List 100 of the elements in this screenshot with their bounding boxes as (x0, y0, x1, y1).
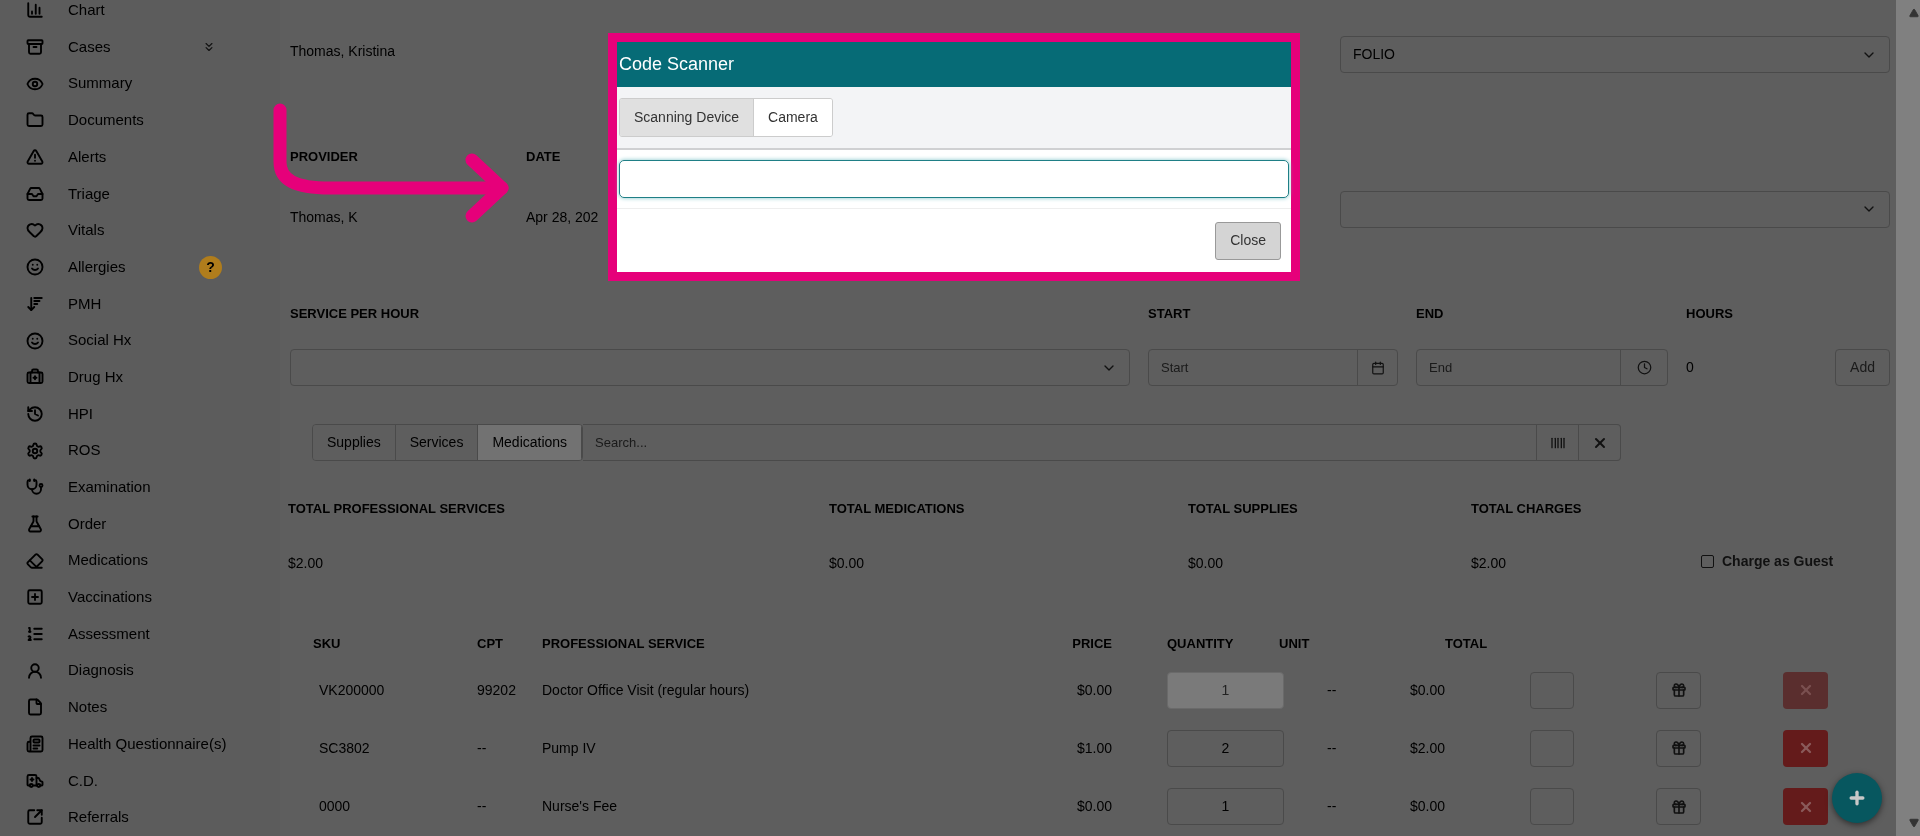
sidebar-item[interactable]: C.D. (0, 762, 280, 800)
gift-icon (1670, 740, 1687, 757)
sidebar-item[interactable]: Referrals (0, 799, 280, 836)
column-header: TOTAL (1444, 634, 1489, 653)
add-button[interactable]: Add (1835, 349, 1890, 386)
sidebar-item[interactable]: ROS (0, 432, 280, 469)
sidebar-item[interactable]: Notes (0, 689, 280, 726)
created-by-value: Thomas, Kristina (290, 43, 396, 59)
table-cell-text: $0.00 (1075, 680, 1112, 700)
quantity-field[interactable]: 1 (1167, 788, 1284, 826)
form-icon (26, 735, 44, 754)
delete-button[interactable] (1783, 730, 1828, 767)
search-field[interactable]: Search... (583, 424, 1538, 461)
column-header: PRICE (1071, 634, 1112, 653)
provider-value: Thomas, K (290, 207, 359, 227)
smiley-face-icon (26, 331, 44, 350)
scanner-tab[interactable]: Scanning Device (620, 99, 754, 136)
total-label: TOTAL PROFESSIONAL SERVICES (288, 500, 506, 518)
table-cell-text: $0.00 (1410, 797, 1447, 817)
table-cell-text: -- (477, 739, 488, 758)
table-cell-text: Pump IV (542, 739, 597, 758)
provider-label: PROVIDER (290, 148, 359, 166)
start-label: START (1148, 304, 1192, 323)
sidebar-item[interactable]: Vaccinations (0, 579, 280, 616)
table-cell-text: 0000 (318, 797, 352, 817)
sidebar-item[interactable]: Chart (0, 0, 280, 29)
gift-icon (1670, 682, 1687, 699)
gift-button[interactable] (1656, 671, 1701, 709)
plus-square-icon (26, 588, 44, 607)
date-label: DATE (526, 148, 562, 166)
sidebar-item[interactable]: Diagnosis (0, 652, 280, 690)
hours-label: HOURS (1686, 304, 1734, 323)
table-cell-text: VK200000 (318, 680, 386, 700)
table-cell-text: $2.00 (1410, 739, 1447, 758)
numbered-list-icon (26, 625, 44, 644)
scanner-tab[interactable]: Camera (753, 99, 832, 136)
gift-button[interactable] (1656, 730, 1701, 767)
sidebar-item[interactable]: Order (0, 505, 280, 543)
document-icon (26, 698, 44, 717)
sidebar-item[interactable]: Summary (0, 65, 280, 103)
sidebar-item[interactable]: Documents (0, 102, 280, 139)
gift-button[interactable] (1656, 788, 1701, 826)
table-cell-text: -- (477, 797, 488, 817)
ambulance-icon (26, 771, 44, 790)
close-button[interactable]: Close (1215, 221, 1281, 260)
sidebar-item[interactable]: Medications (0, 542, 280, 579)
catalog-tab[interactable]: Supplies (313, 425, 396, 460)
plus-icon (1847, 788, 1867, 808)
select-field[interactable]: FOLIO (1340, 36, 1890, 73)
column-header: QUANTITY (1166, 634, 1235, 653)
total-value: $2.00 (1471, 553, 1508, 573)
sidebar-item[interactable]: Alerts (0, 138, 280, 176)
sidebar-item[interactable]: PMH (0, 285, 280, 323)
sidebar-item[interactable]: HPI (0, 395, 280, 433)
table-cell-text: -- (1326, 680, 1338, 700)
scroll-down-icon (1907, 818, 1920, 828)
select-field[interactable] (1340, 190, 1890, 228)
clear-button[interactable] (1579, 424, 1622, 461)
sidebar-item[interactable]: Triage (0, 175, 280, 213)
quantity-field[interactable]: 2 (1167, 730, 1284, 767)
sidebar-item[interactable]: Allergies ? (0, 248, 280, 286)
charge-as-guest-checkbox[interactable]: Charge as Guest (1701, 550, 1834, 574)
sidebar-item[interactable]: Health Questionnaire(s) (0, 725, 280, 763)
stethoscope-icon (26, 478, 44, 497)
folder-icon (26, 111, 44, 130)
select-field[interactable] (290, 349, 1130, 386)
end-field[interactable]: End (1416, 349, 1668, 386)
catalog-tab[interactable]: Medications (478, 425, 583, 460)
history-icon (26, 404, 44, 423)
total-value: $0.00 (829, 553, 866, 573)
end-label: END (1416, 304, 1445, 323)
sidebar-item[interactable]: Assessment (0, 615, 280, 653)
table-cell-text: Doctor Office Visit (regular hours) (542, 680, 751, 700)
archive-box-icon (26, 38, 44, 57)
barcode-button[interactable] (1537, 424, 1580, 461)
sidebar-item[interactable]: Social Hx (0, 322, 280, 359)
total-value: $0.00 (1188, 553, 1225, 573)
warning-icon (26, 148, 44, 167)
code-input-field[interactable] (619, 160, 1289, 198)
sidebar-item[interactable]: Cases (0, 28, 280, 66)
gear-icon (26, 441, 44, 460)
column-header: SKU (313, 634, 342, 653)
sidebar-item[interactable]: Drug Hx (0, 358, 280, 396)
total-value: $2.00 (288, 553, 325, 573)
start-field[interactable]: Start (1148, 349, 1398, 386)
column-header: PROFESSIONAL SERVICE (542, 634, 706, 653)
medical-kit-icon (26, 368, 44, 387)
bar-chart-icon (26, 1, 44, 20)
heart-icon (26, 221, 44, 240)
table-cell-text: -- (1326, 797, 1338, 817)
sidebar-item[interactable]: Examination (0, 468, 280, 506)
flask-icon (26, 514, 44, 533)
sidebar-item[interactable]: Vitals (0, 212, 280, 249)
scroll-up-icon (1907, 8, 1920, 18)
total-label: TOTAL MEDICATIONS (829, 500, 966, 518)
column-header: UNIT (1278, 634, 1311, 653)
total-label: TOTAL CHARGES (1471, 500, 1583, 518)
table-cell-text: $0.00 (1410, 680, 1447, 700)
table-cell-text: SC3802 (318, 739, 371, 758)
smiley-face-icon (26, 258, 44, 277)
